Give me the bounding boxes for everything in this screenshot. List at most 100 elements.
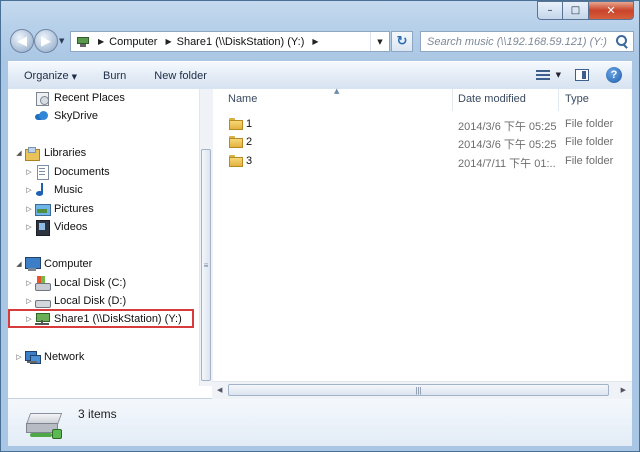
file-date: 2014/7/11 下午 01:... <box>458 158 556 170</box>
videos-icon <box>34 219 50 236</box>
sidebar-item-recent-places[interactable]: Recent Places <box>24 89 125 107</box>
libraries-icon <box>24 145 40 161</box>
forward-button[interactable]: ▶ <box>34 29 58 53</box>
expand-arrow-icon[interactable]: ▷ <box>24 315 34 323</box>
new-folder-button[interactable]: New folder <box>146 70 215 82</box>
recent-places-icon <box>34 90 50 106</box>
sidebar-item-videos[interactable]: ▷ Videos <box>24 218 87 236</box>
breadcrumb-share1[interactable]: Share1 (\\DiskStation) (Y:) <box>177 36 305 48</box>
sidebar-item-label: Music <box>54 184 83 196</box>
chevron-down-icon[interactable]: ▼ <box>556 71 561 79</box>
sidebar-item-pictures[interactable]: ▷ Pictures <box>24 200 94 218</box>
sidebar-item-share1[interactable]: ▷ Share1 (\\DiskStation) (Y:) <box>24 310 182 328</box>
horizontal-scrollbar[interactable]: ◀ ||| ▶ <box>212 381 632 399</box>
sidebar-item-network[interactable]: ▷ Network <box>14 348 84 366</box>
expand-arrow-icon[interactable]: ▷ <box>24 223 34 231</box>
expand-arrow-icon[interactable]: ▷ <box>24 168 34 176</box>
sidebar-item-label: Network <box>44 351 85 363</box>
sidebar-item-local-disk-d[interactable]: ▷ Local Disk (D:) <box>24 292 126 310</box>
file-list: ▲ Name Date modified Type 1 2014/3/6 下午 … <box>212 87 632 398</box>
breadcrumb-separator[interactable]: ▶ <box>312 37 318 46</box>
sidebar-item-computer[interactable]: ◢ Computer <box>14 255 92 273</box>
column-headers: ▲ Name Date modified Type <box>212 87 632 111</box>
sidebar-item-documents[interactable]: ▷ Documents <box>24 163 110 181</box>
file-type: File folder <box>565 136 614 148</box>
sidebar-item-skydrive[interactable]: SkyDrive <box>24 107 98 125</box>
table-row[interactable]: 2 2014/3/6 下午 05:25 File folder <box>212 134 632 152</box>
sidebar-item-music[interactable]: ▷ Music <box>24 181 83 199</box>
sidebar-item-label: Documents <box>54 166 110 178</box>
preview-pane-icon[interactable] <box>575 69 589 81</box>
navigation-scrollbar[interactable]: ≡ <box>199 89 213 386</box>
organize-button[interactable]: Organize ▼ <box>16 70 85 82</box>
column-divider[interactable] <box>452 89 453 111</box>
table-row[interactable]: 1 2014/3/6 下午 05:25 File folder <box>212 116 632 134</box>
local-disk-icon <box>34 293 51 309</box>
navigation-bar: ◀ ▶ ▼ ▶ Computer ▶ Share1 (\\DiskStation… <box>1 28 639 56</box>
file-name: 2 <box>246 136 253 148</box>
network-icon <box>24 349 41 365</box>
breadcrumb-separator[interactable]: ▶ <box>98 37 104 46</box>
scroll-right-icon[interactable]: ▶ <box>621 386 626 394</box>
sidebar-item-libraries[interactable]: ◢ Libraries <box>14 144 86 162</box>
table-row[interactable]: 3 2014/7/11 下午 01:... File folder <box>212 153 632 171</box>
pictures-icon <box>34 201 51 217</box>
sidebar-item-label: Share1 (\\DiskStation) (Y:) <box>54 313 182 325</box>
expand-arrow-icon[interactable]: ▷ <box>24 297 34 305</box>
column-divider[interactable] <box>558 89 559 111</box>
change-view-button[interactable]: ▼ <box>535 69 561 81</box>
file-type: File folder <box>565 118 614 130</box>
file-type: File folder <box>565 155 614 167</box>
column-header-name[interactable]: Name <box>228 93 257 105</box>
column-header-type[interactable]: Type <box>565 93 589 105</box>
maximize-button[interactable]: □ <box>563 1 589 20</box>
collapse-arrow-icon[interactable]: ◢ <box>14 260 24 268</box>
file-name: 1 <box>246 118 253 130</box>
search-icon[interactable] <box>613 33 631 51</box>
expand-arrow-icon[interactable]: ▷ <box>24 279 34 287</box>
back-button[interactable]: ◀ <box>10 29 34 53</box>
chevron-down-icon: ▼ <box>71 72 78 81</box>
scrollbar-thumb[interactable]: ≡ <box>201 149 211 381</box>
expand-arrow-icon[interactable]: ▷ <box>14 353 24 361</box>
sidebar-item-local-disk-c[interactable]: ▷ Local Disk (C:) <box>24 274 126 292</box>
documents-icon <box>34 164 50 180</box>
breadcrumb-separator[interactable]: ▶ <box>165 37 171 46</box>
folder-icon <box>229 136 243 148</box>
network-drive-icon <box>34 311 50 327</box>
sidebar-item-label: SkyDrive <box>54 110 99 122</box>
search-input[interactable]: Search music (\\192.168.59.121) (Y:) <box>421 36 613 48</box>
burn-button[interactable]: Burn <box>95 70 134 82</box>
sidebar-item-label: Computer <box>44 258 93 270</box>
sort-ascending-icon: ▲ <box>334 87 340 95</box>
sidebar-item-label: Pictures <box>54 203 94 215</box>
command-bar: Organize ▼ Burn New folder ▼ ? <box>8 61 632 90</box>
local-disk-c-icon <box>34 275 51 291</box>
item-count: 3 items <box>78 407 117 421</box>
sidebar-item-label: Local Disk (D:) <box>54 295 127 307</box>
sidebar-item-label: Local Disk (C:) <box>54 277 127 289</box>
column-header-date-modified[interactable]: Date modified <box>458 93 526 105</box>
navigation-pane: Recent Places SkyDrive ◢ Libraries ▷ Doc… <box>8 89 213 398</box>
file-date: 2014/3/6 下午 05:25 <box>458 121 556 133</box>
scroll-left-icon[interactable]: ◀ <box>217 386 222 394</box>
help-icon[interactable]: ? <box>606 67 622 83</box>
minimize-button[interactable]: – <box>537 1 563 20</box>
file-name: 3 <box>246 155 253 167</box>
scrollbar-thumb[interactable]: ||| <box>228 384 609 396</box>
breadcrumb-computer[interactable]: Computer <box>109 36 157 48</box>
recent-pages-dropdown[interactable]: ▼ <box>59 37 64 45</box>
refresh-button[interactable]: ↻ <box>391 31 413 52</box>
network-drive-icon <box>76 36 90 47</box>
address-bar[interactable]: ▶ Computer ▶ Share1 (\\DiskStation) (Y:)… <box>70 31 390 52</box>
search-box[interactable]: Search music (\\192.168.59.121) (Y:) <box>420 31 634 52</box>
address-dropdown[interactable]: ▼ <box>370 32 389 51</box>
skydrive-icon <box>34 108 50 124</box>
content-area: Recent Places SkyDrive ◢ Libraries ▷ Doc… <box>8 87 632 399</box>
explorer-window: – □ ✕ ◀ ▶ ▼ ▶ Computer ▶ Share1 (\\DiskS… <box>0 0 640 452</box>
network-drive-icon <box>25 407 64 441</box>
expand-arrow-icon[interactable]: ▷ <box>24 186 34 194</box>
close-button[interactable]: ✕ <box>589 1 634 20</box>
collapse-arrow-icon[interactable]: ◢ <box>14 149 24 157</box>
expand-arrow-icon[interactable]: ▷ <box>24 205 34 213</box>
